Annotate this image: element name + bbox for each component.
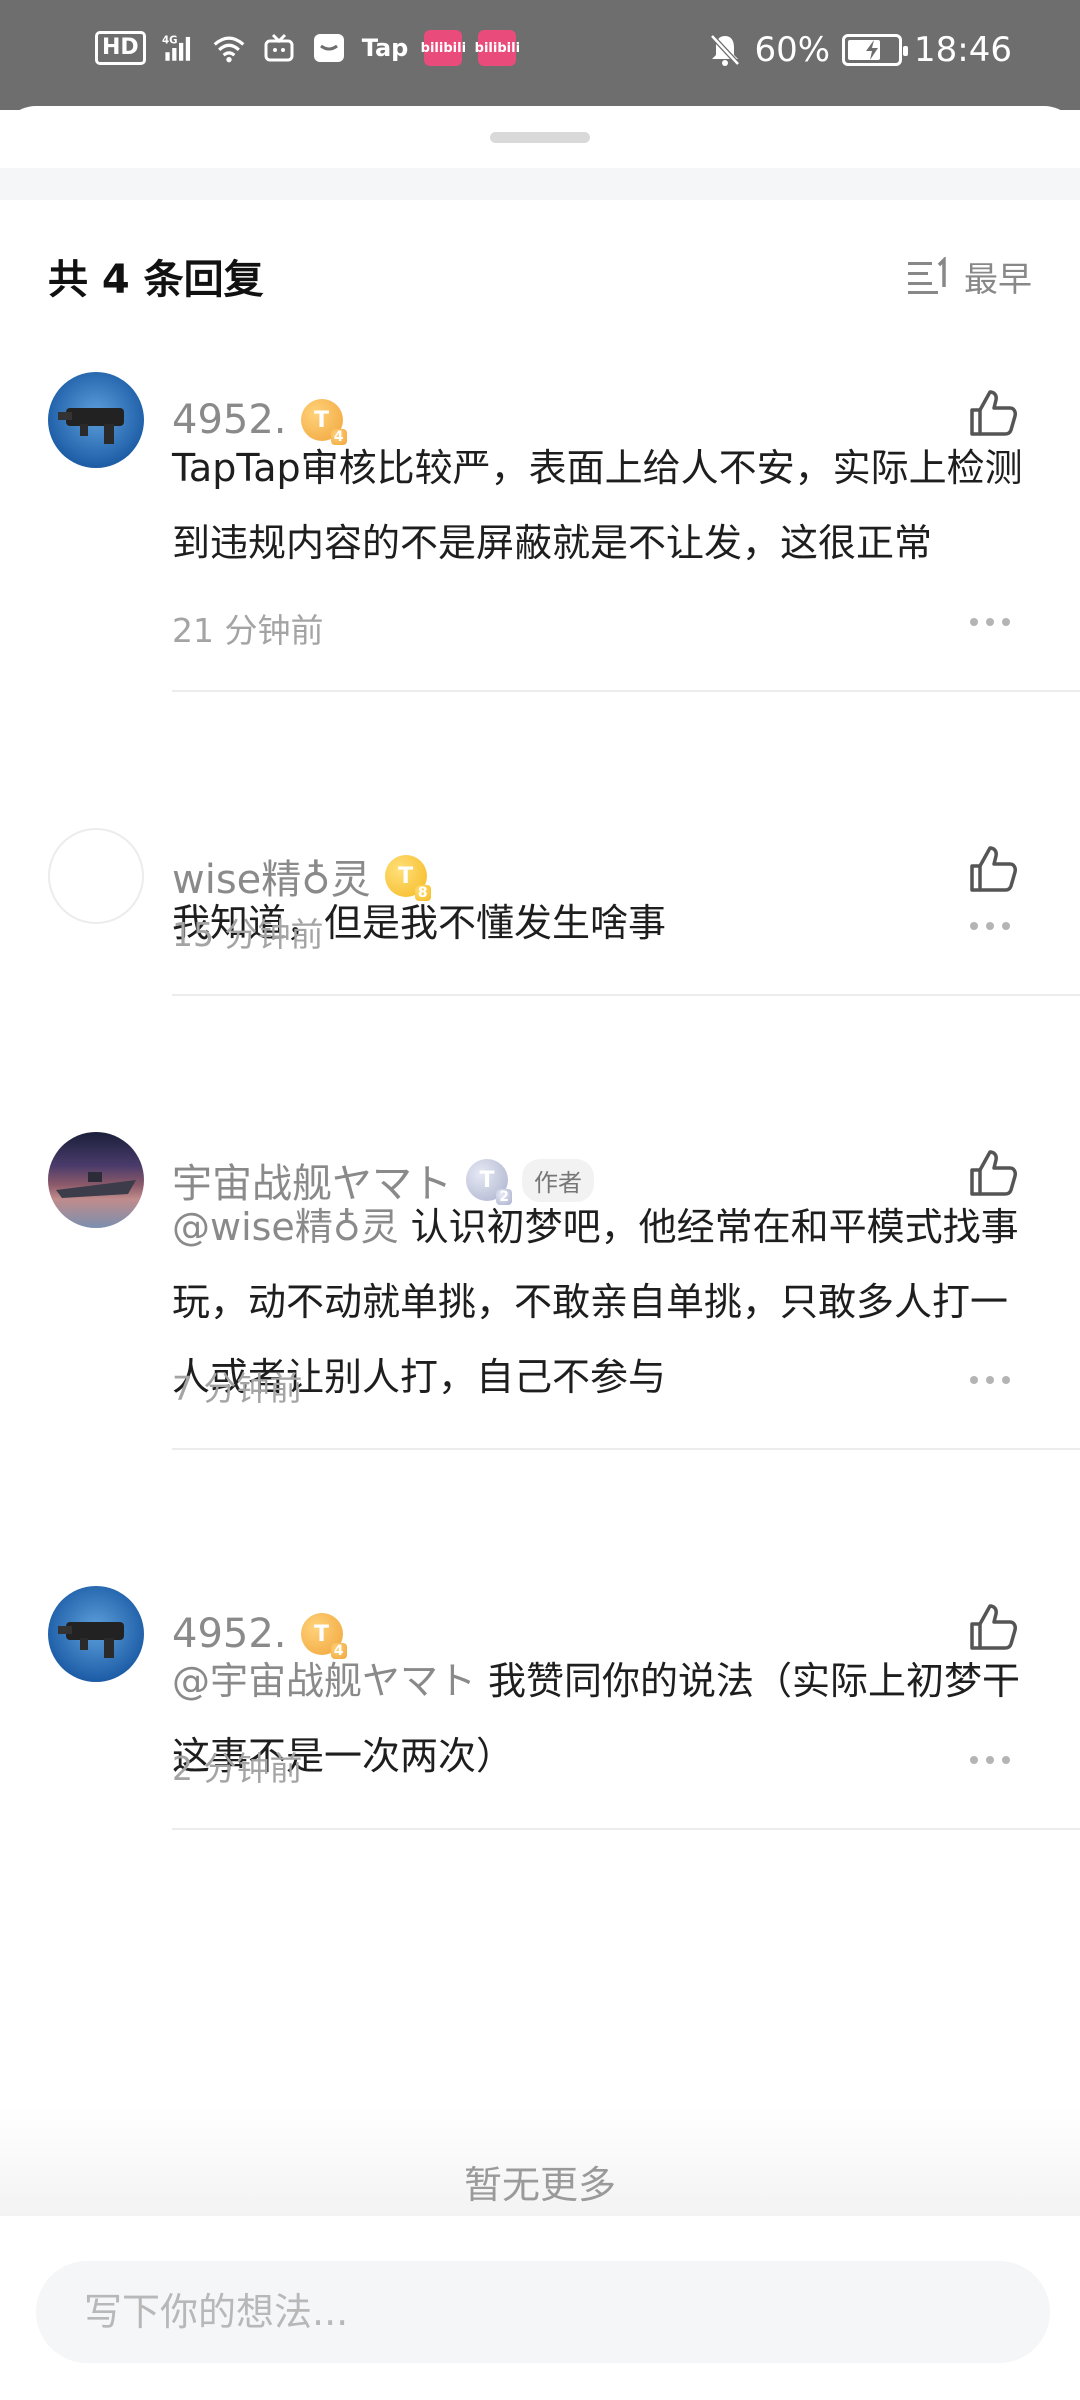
avatar[interactable] bbox=[48, 828, 144, 924]
tap-app-icon: Tap bbox=[361, 34, 409, 62]
replies-header: 共 4 条回复 最早 bbox=[48, 246, 1032, 306]
replies-sheet: 共 4 条回复 最早 4952. T4 TapTap审核比较严，表面上给人不安，… bbox=[0, 106, 1080, 2400]
status-bar-right: 60% 18:46 bbox=[708, 30, 1012, 70]
comment-time: 2 分钟前 bbox=[172, 1749, 303, 1788]
status-bar-left: HD 4G Tap bilibili bilibili bbox=[95, 30, 520, 66]
reply-count-title: 共 4 条回复 bbox=[48, 257, 264, 303]
battery-percent: 60% bbox=[754, 30, 831, 70]
more-options-icon[interactable] bbox=[970, 618, 1010, 630]
comment-time: 21 分钟前 bbox=[172, 611, 324, 650]
comment-time: 7 分钟前 bbox=[172, 1369, 303, 1408]
reply-input-area bbox=[0, 2223, 1080, 2400]
more-options-icon[interactable] bbox=[970, 922, 1010, 934]
avatar[interactable] bbox=[48, 1586, 144, 1682]
comment-time: 15 分钟前 bbox=[172, 915, 324, 954]
hd-indicator: HD bbox=[95, 31, 146, 65]
avatar[interactable] bbox=[48, 1132, 144, 1228]
network-type: 4G bbox=[162, 36, 177, 47]
sort-list-icon bbox=[908, 257, 946, 294]
more-options-icon[interactable] bbox=[970, 1756, 1010, 1768]
divider bbox=[172, 690, 1080, 692]
battery-icon bbox=[842, 34, 909, 66]
sort-button[interactable]: 最早 bbox=[906, 252, 1032, 301]
status-bar: HD 4G Tap bilibili bilibili 60% 18:46 bbox=[0, 0, 1080, 110]
sort-label: 最早 bbox=[964, 259, 1032, 300]
no-more-label: 暂无更多 bbox=[463, 2163, 616, 2207]
divider bbox=[172, 1448, 1080, 1450]
avatar[interactable] bbox=[48, 372, 144, 468]
message-app-icon bbox=[312, 32, 346, 64]
bilibili-icon: bilibili bbox=[421, 30, 466, 66]
comment-text: TapTap审核比较严，表面上给人不安，实际上检测到违规内容的不是屏蔽就是不让发… bbox=[172, 446, 1023, 565]
mute-bell-icon bbox=[708, 34, 742, 66]
mention-link[interactable]: @wise精♁灵 bbox=[172, 1205, 399, 1249]
divider bbox=[172, 1828, 1080, 1830]
more-options-icon[interactable] bbox=[970, 1376, 1010, 1388]
wifi-icon bbox=[212, 32, 246, 64]
reply-input[interactable] bbox=[36, 2261, 1050, 2363]
mention-link[interactable]: @宇宙战舰ヤマト bbox=[172, 1659, 476, 1703]
sheet-top-strip bbox=[0, 168, 1080, 200]
clock: 18:46 bbox=[914, 30, 1012, 70]
drag-handle[interactable] bbox=[490, 132, 590, 143]
bilibili-icon-2: bilibili bbox=[475, 30, 520, 66]
tv-app-icon bbox=[262, 32, 296, 64]
divider bbox=[172, 994, 1080, 996]
signal-icon: 4G bbox=[162, 32, 196, 64]
